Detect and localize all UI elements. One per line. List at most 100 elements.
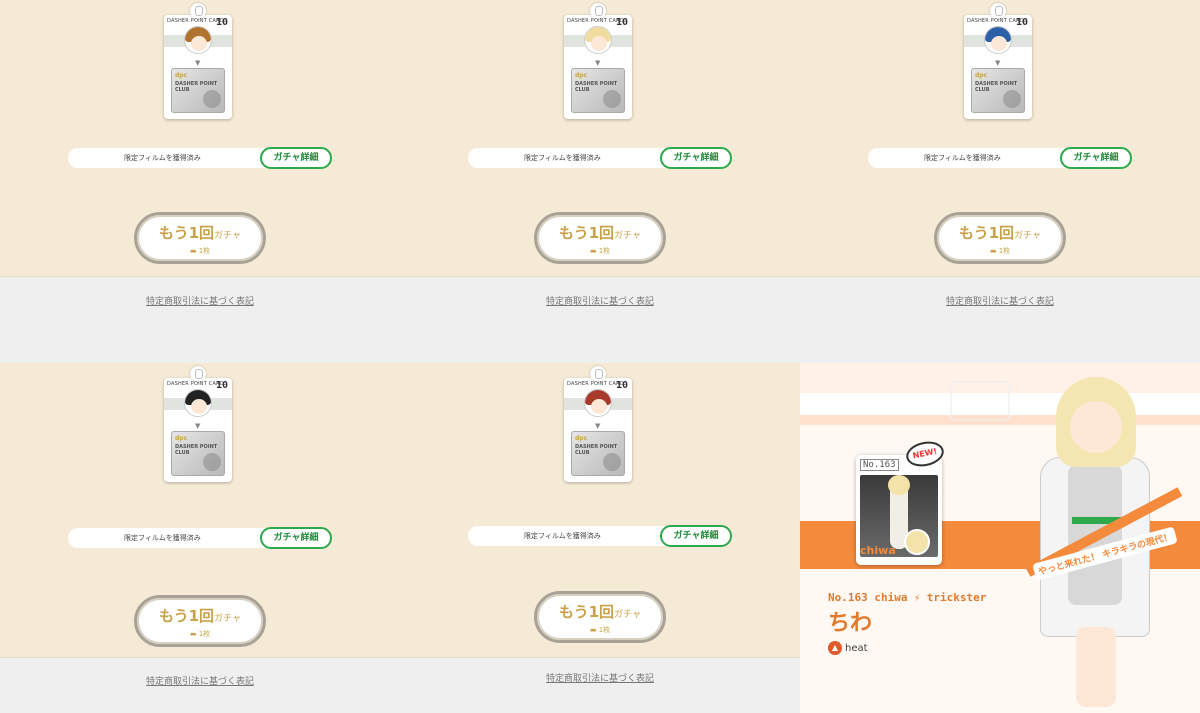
character-avatar xyxy=(184,389,212,417)
gacha-detail-button[interactable]: ガチャ詳細 xyxy=(260,527,332,549)
character-avatar xyxy=(584,26,612,54)
card-hook xyxy=(590,3,606,19)
again-sub-text: ガチャ xyxy=(214,614,241,624)
legal-notice-link[interactable]: 特定商取引法に基づく表記 xyxy=(0,674,400,687)
again-main-text: もう1回 xyxy=(159,224,215,242)
film-number: No.163 xyxy=(860,459,899,471)
club-card-image: dpc DASHER POINT CLUB xyxy=(171,431,225,476)
legal-notice-link[interactable]: 特定商取引法に基づく表記 xyxy=(400,671,800,684)
mascot-icon xyxy=(203,453,221,471)
again-cost-text: 1枚 xyxy=(198,247,211,255)
gacha-detail-button[interactable]: ガチャ詳細 xyxy=(1060,147,1132,169)
gacha-result-panel-3: DASHER POINT CARD 10 ▼ dpc DASHER POINT C… xyxy=(800,0,1200,356)
mascot-icon xyxy=(1003,90,1021,108)
status-bar: 限定フィルムを獲得済み ガチャ詳細 xyxy=(468,147,732,169)
character-number: No.163 chiwa xyxy=(828,591,908,604)
again-main-text: もう1回 xyxy=(559,603,615,621)
gacha-detail-button[interactable]: ガチャ詳細 xyxy=(260,147,332,169)
again-sub-text: ガチャ xyxy=(214,231,241,241)
again-cost: ▬ 1枚 xyxy=(937,246,1063,256)
again-cost: ▬ 1枚 xyxy=(537,625,663,635)
flame-icon: ▲ xyxy=(828,641,842,655)
character-reveal-panel: No.163 chiwa NEW! No.163 chiwa ⚡ trickst… xyxy=(800,363,1200,713)
gacha-detail-button[interactable]: ガチャ詳細 xyxy=(660,147,732,169)
footer-area xyxy=(400,657,800,713)
again-label: もう1回ガチャ xyxy=(937,222,1063,243)
character-type: trickster xyxy=(926,591,987,604)
mascot-icon xyxy=(603,453,621,471)
element-label: ▲ heat xyxy=(828,641,868,655)
again-main-text: もう1回 xyxy=(959,224,1015,242)
status-bar: 限定フィルムを獲得済み ガチャ詳細 xyxy=(68,527,332,549)
point-card: DASHER POINT CARD 10 ▼ dpc DASHER POINT C… xyxy=(164,366,232,482)
legal-notice-link[interactable]: 特定商取引法に基づく表記 xyxy=(0,294,400,307)
again-main-text: もう1回 xyxy=(159,607,215,625)
legal-notice-link[interactable]: 特定商取引法に基づく表記 xyxy=(800,294,1200,307)
card-hook xyxy=(190,3,206,19)
point-card: DASHER POINT CARD 10 ▼ dpc DASHER POINT C… xyxy=(564,366,632,482)
again-cost-text: 1枚 xyxy=(598,247,611,255)
again-label: もう1回ガチャ xyxy=(137,222,263,243)
club-logo: dpc xyxy=(975,72,988,79)
figure-face xyxy=(1070,401,1122,453)
card-count: 10 xyxy=(215,17,228,28)
status-bar: 限定フィルムを獲得済み ガチャ詳細 xyxy=(68,147,332,169)
gacha-result-panel-4: DASHER POINT CARD 10 ▼ dpc DASHER POINT C… xyxy=(0,363,400,713)
gacha-again-button[interactable]: もう1回ガチャ ▬ 1枚 xyxy=(534,212,666,264)
again-label: もう1回ガチャ xyxy=(137,605,263,626)
film-name: chiwa xyxy=(860,544,896,557)
club-logo: dpc xyxy=(175,435,188,442)
film-card[interactable]: No.163 chiwa xyxy=(856,455,942,565)
card-count: 10 xyxy=(615,17,628,28)
ticket-icon: ▬ xyxy=(189,247,199,255)
mascot-icon xyxy=(603,90,621,108)
figure-head xyxy=(888,475,910,495)
footer-area xyxy=(800,276,1200,356)
gacha-again-button[interactable]: もう1回ガチャ ▬ 1枚 xyxy=(134,595,266,647)
club-card-image: dpc DASHER POINT CLUB xyxy=(971,68,1025,113)
again-label: もう1回ガチャ xyxy=(537,601,663,622)
club-logo: dpc xyxy=(575,72,588,79)
point-card: DASHER POINT CARD 10 ▼ dpc DASHER POINT C… xyxy=(964,3,1032,119)
card-count: 10 xyxy=(615,380,628,391)
status-label: 限定フィルムを獲得済み xyxy=(124,534,201,542)
avatar-face xyxy=(991,36,1007,51)
avatar-face xyxy=(191,36,207,51)
gacha-result-panel-1: DASHER POINT CARD 10 ▼ dpc DASHER POINT C… xyxy=(0,0,400,356)
element-text: heat xyxy=(845,643,868,654)
club-card-image: dpc DASHER POINT CLUB xyxy=(571,431,625,476)
gacha-detail-button[interactable]: ガチャ詳細 xyxy=(660,525,732,547)
again-main-text: もう1回 xyxy=(559,224,615,242)
legal-notice-link[interactable]: 特定商取引法に基づく表記 xyxy=(400,294,800,307)
gacha-again-button[interactable]: もう1回ガチャ ▬ 1枚 xyxy=(534,591,666,643)
gacha-again-button[interactable]: もう1回ガチャ ▬ 1枚 xyxy=(134,212,266,264)
ticket-icon: ▬ xyxy=(589,626,599,634)
status-label: 限定フィルムを獲得済み xyxy=(524,154,601,162)
arrow-down-icon: ▼ xyxy=(595,422,601,430)
card-count: 10 xyxy=(215,380,228,391)
again-cost-text: 1枚 xyxy=(598,626,611,634)
again-cost: ▬ 1枚 xyxy=(137,246,263,256)
avatar-face xyxy=(591,399,607,414)
card-hook xyxy=(990,3,1006,19)
avatar-face xyxy=(191,399,207,414)
again-cost-text: 1枚 xyxy=(998,247,1011,255)
again-cost-text: 1枚 xyxy=(198,630,211,638)
arrow-down-icon: ▼ xyxy=(195,422,201,430)
lightning-icon: ⚡ xyxy=(914,593,921,604)
point-card: DASHER POINT CARD 10 ▼ dpc DASHER POINT C… xyxy=(564,3,632,119)
club-logo: dpc xyxy=(175,72,188,79)
footer-area xyxy=(400,276,800,356)
gacha-result-panel-5: DASHER POINT CARD 10 ▼ dpc DASHER POINT C… xyxy=(400,363,800,713)
status-label: 限定フィルムを獲得済み xyxy=(924,154,1001,162)
again-cost: ▬ 1枚 xyxy=(537,246,663,256)
ticket-icon: ▬ xyxy=(589,247,599,255)
again-sub-text: ガチャ xyxy=(1014,231,1041,241)
club-logo: dpc xyxy=(575,435,588,442)
gacha-again-button[interactable]: もう1回ガチャ ▬ 1枚 xyxy=(934,212,1066,264)
character-avatar xyxy=(584,389,612,417)
screenshot-grid: DASHER POINT CARD 10 ▼ dpc DASHER POINT C… xyxy=(0,0,1200,713)
mini-avatar xyxy=(904,529,930,555)
club-card-image: dpc DASHER POINT CLUB xyxy=(171,68,225,113)
again-sub-text: ガチャ xyxy=(614,610,641,620)
